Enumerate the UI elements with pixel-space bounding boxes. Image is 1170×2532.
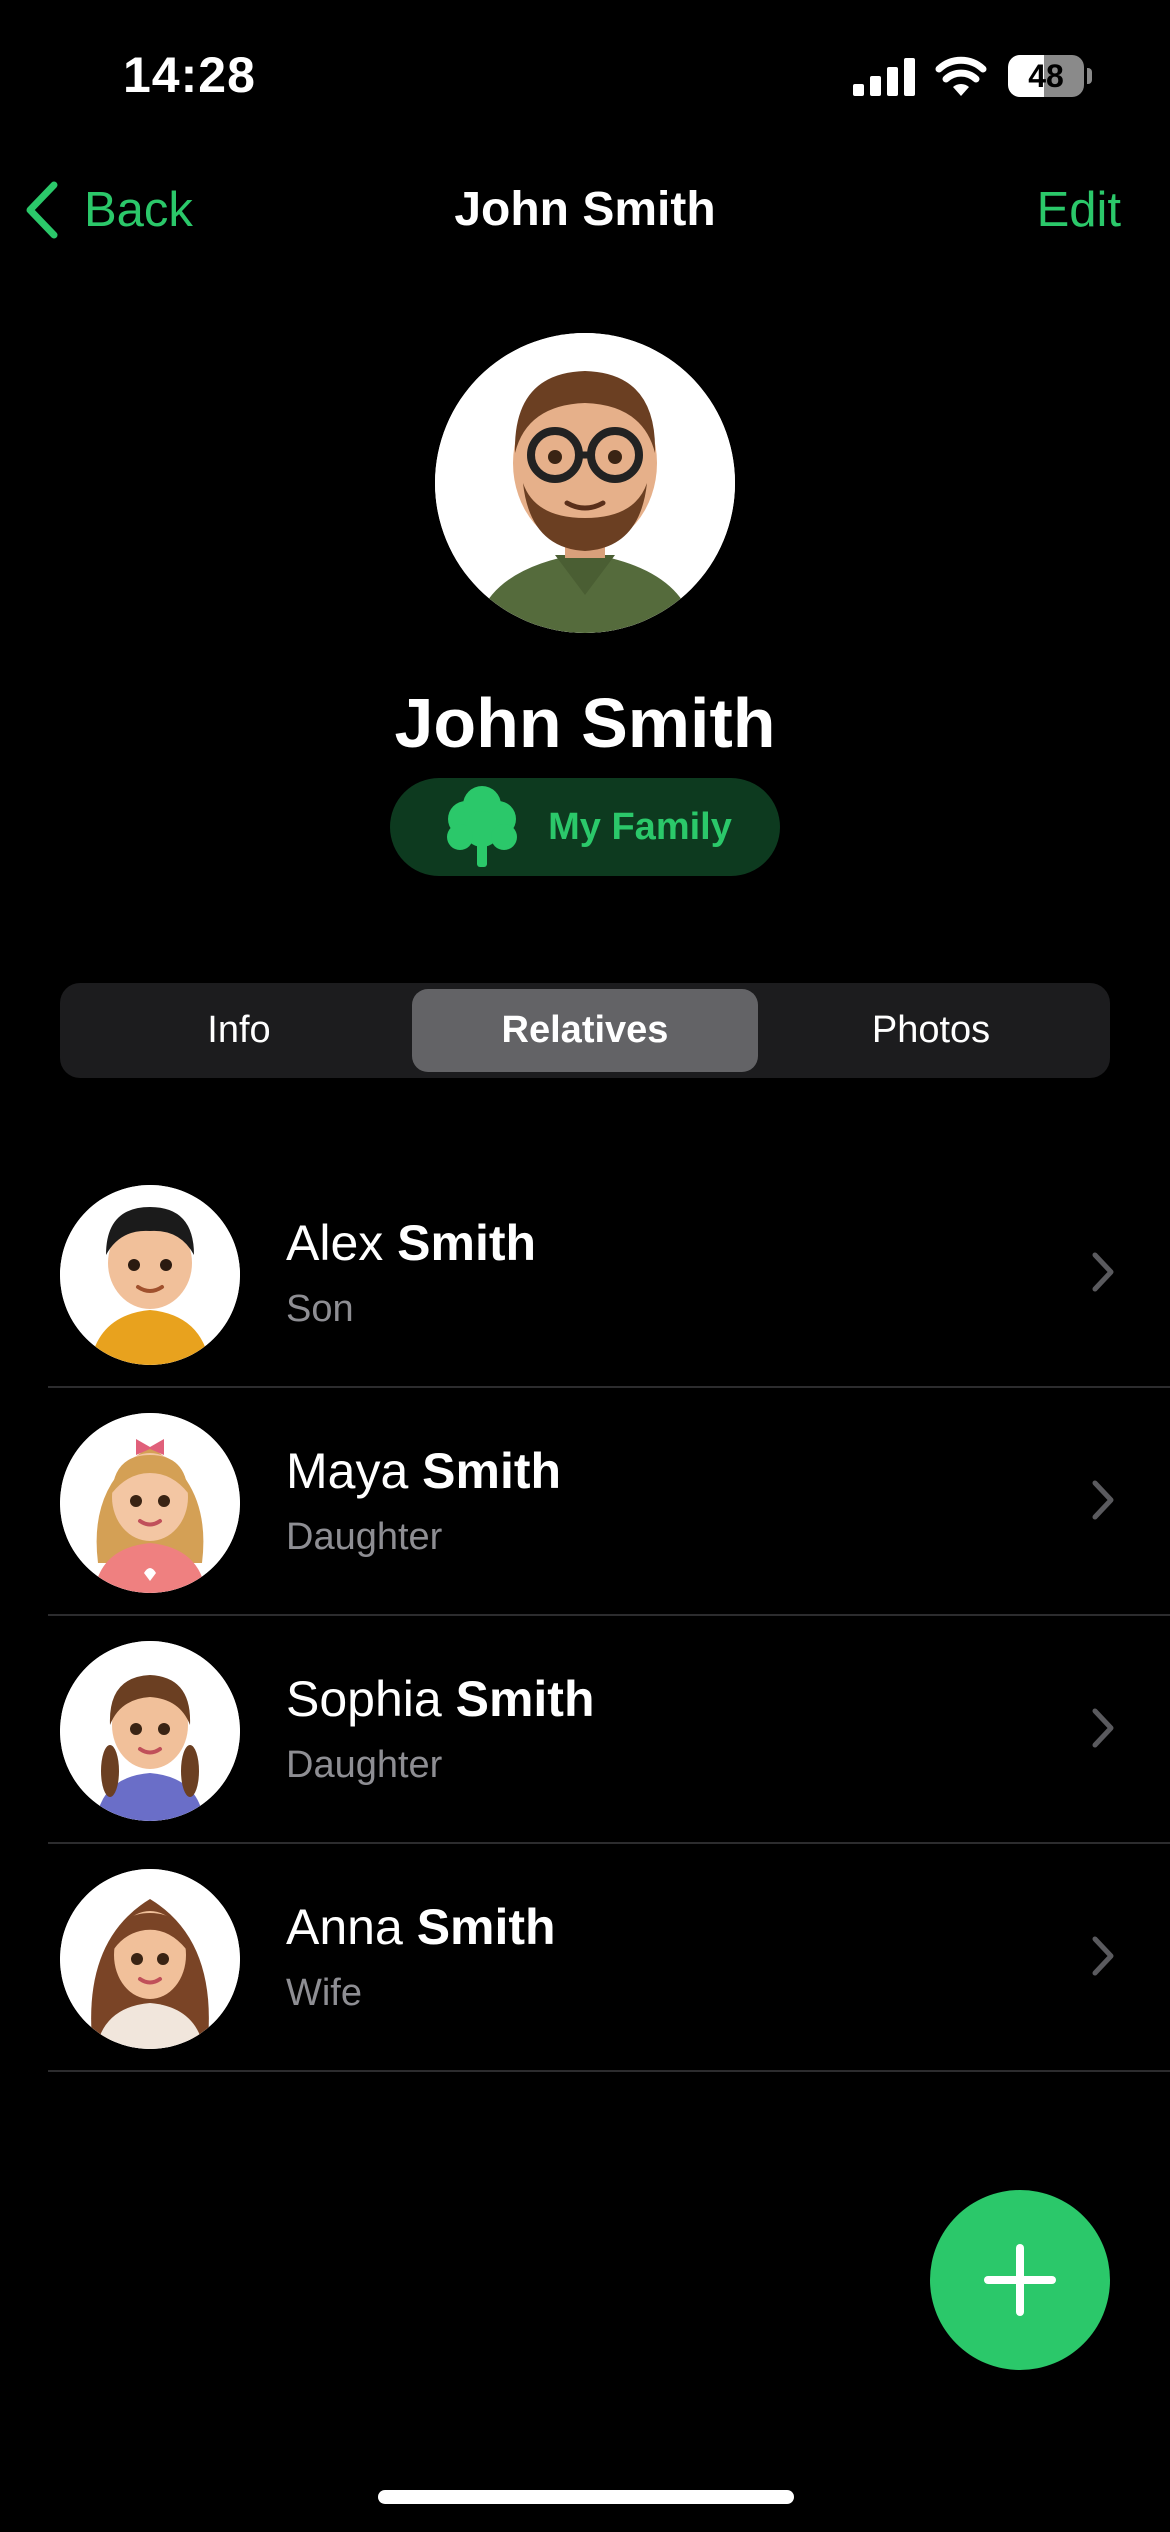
home-indicator[interactable] [378, 2490, 794, 2504]
avatar [60, 1413, 240, 1593]
boy-avatar-image [60, 1185, 240, 1365]
chevron-right-icon [1092, 1252, 1114, 1292]
girl-avatar-image [60, 1413, 240, 1593]
status-time: 14:28 [123, 47, 256, 103]
man-avatar-image [435, 333, 735, 633]
relative-relation: Daughter [286, 1744, 443, 1786]
nav-title: John Smith [454, 183, 716, 236]
status-bar: 14:28 48 [0, 0, 1170, 150]
tree-icon [447, 786, 518, 867]
battery-level: 48 [1028, 58, 1064, 94]
add-relative-button[interactable] [930, 2190, 1110, 2370]
cellular-signal-icon [853, 58, 915, 96]
relative-relation: Wife [286, 1972, 362, 2014]
chevron-right-icon [1092, 1480, 1114, 1520]
avatar [60, 1641, 240, 1821]
chevron-right-icon [1092, 1708, 1114, 1748]
chevron-right-icon [1092, 1936, 1114, 1976]
family-label: My Family [548, 805, 732, 848]
relative-relation: Daughter [286, 1516, 443, 1558]
relative-row-sophia[interactable]: Sophia Smith Daughter [48, 1616, 1170, 1844]
tab-relatives[interactable]: Relatives [412, 989, 758, 1072]
relative-name: Sophia Smith [286, 1671, 595, 1727]
relative-name: Maya Smith [286, 1443, 562, 1499]
profile-avatar[interactable] [435, 333, 735, 633]
avatar [60, 1185, 240, 1365]
tab-info[interactable]: Info [66, 989, 412, 1072]
relative-name: Anna Smith [286, 1899, 556, 1955]
navigation-bar: Back John Smith Edit [0, 165, 1170, 255]
relative-row-maya[interactable]: Maya Smith Daughter [48, 1388, 1170, 1616]
woman-avatar-image [60, 1869, 240, 2049]
relative-name: Alex Smith [286, 1215, 537, 1271]
girl-avatar-image [60, 1641, 240, 1821]
relatives-list: Alex Smith Son Maya Smith Daughter Sophi… [48, 1160, 1170, 2072]
battery-icon: 48 [1008, 55, 1092, 97]
family-badge[interactable]: My Family [390, 778, 780, 876]
relative-relation: Son [286, 1288, 354, 1330]
segmented-control: Info Relatives Photos [60, 983, 1110, 1078]
avatar [60, 1869, 240, 2049]
tab-photos[interactable]: Photos [758, 989, 1104, 1072]
edit-button[interactable]: Edit [1037, 175, 1121, 245]
plus-icon [984, 2244, 1056, 2316]
relative-row-anna[interactable]: Anna Smith Wife [48, 1844, 1170, 2072]
profile-name: John Smith [394, 684, 776, 762]
wifi-icon [935, 56, 987, 96]
relative-row-alex[interactable]: Alex Smith Son [48, 1160, 1170, 1388]
